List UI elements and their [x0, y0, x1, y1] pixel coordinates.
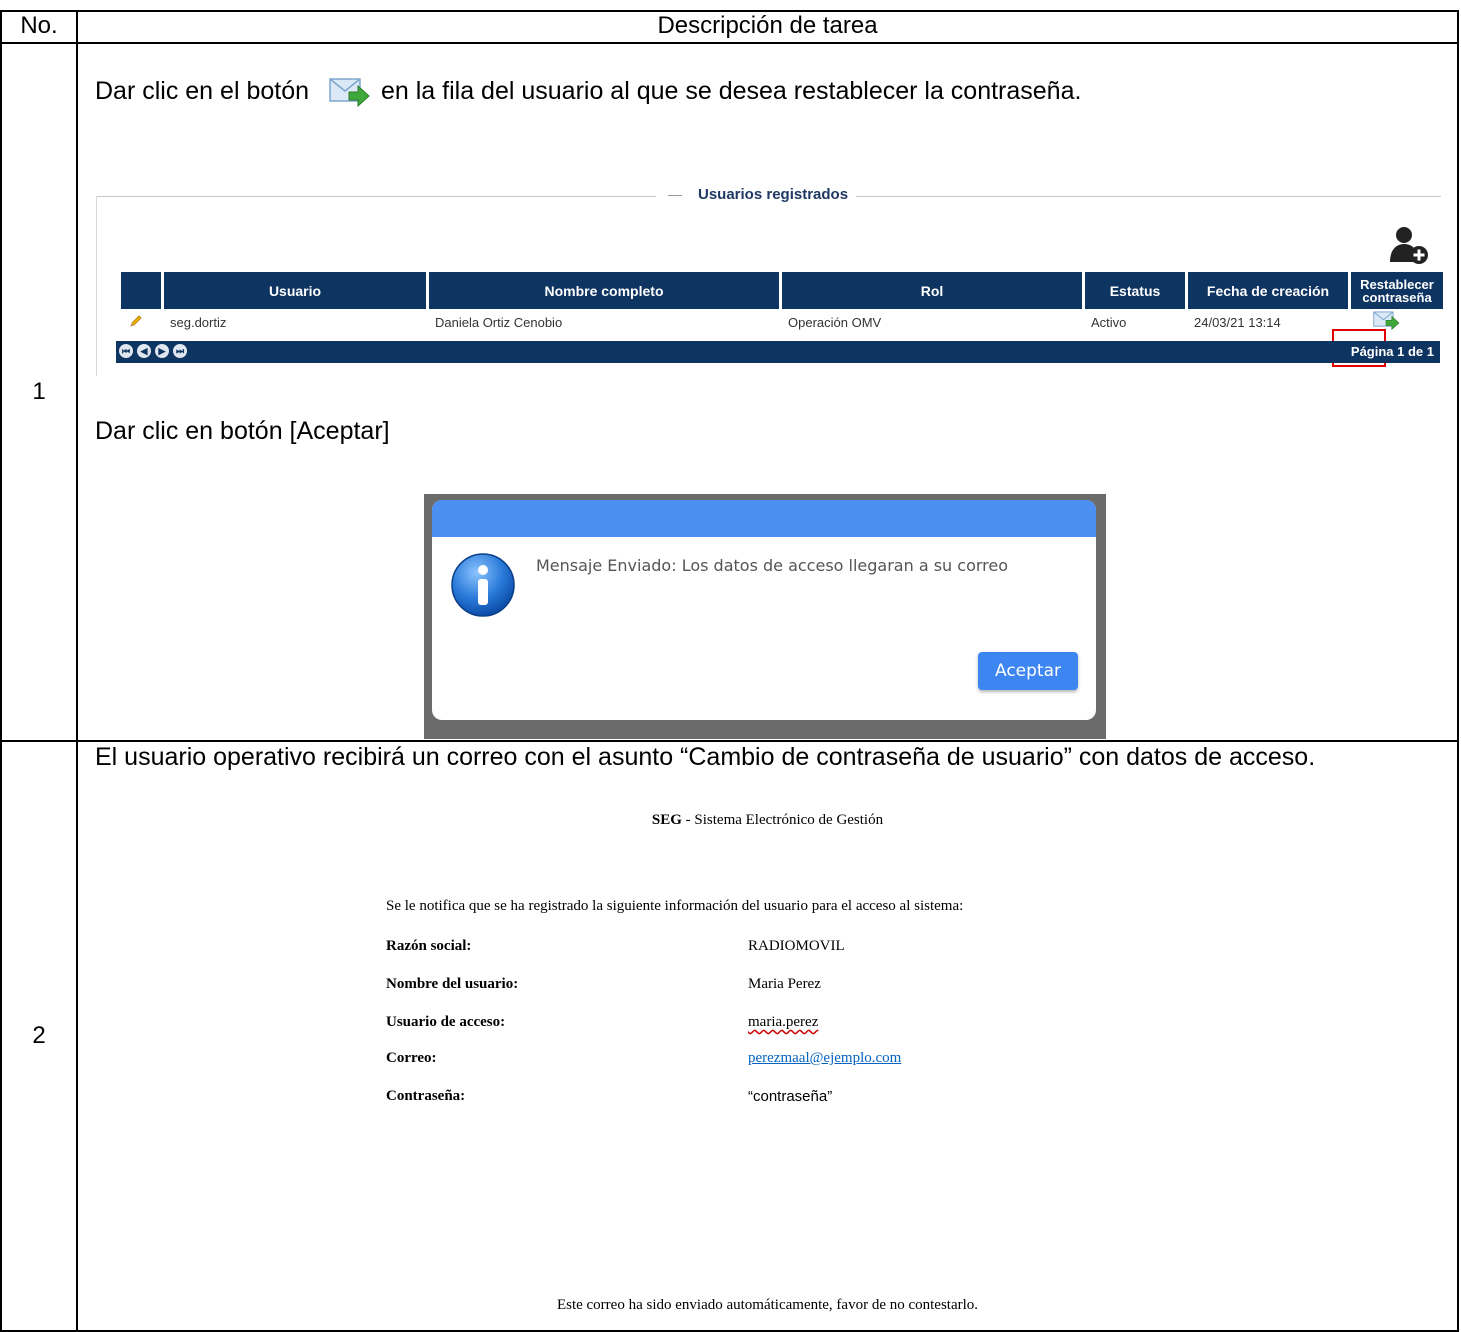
add-user-icon[interactable]	[1388, 224, 1430, 266]
cell-fecha: 24/03/21 13:14	[1194, 314, 1281, 330]
fieldset-border-right	[856, 196, 1441, 197]
field-value: RADIOMOVIL	[748, 938, 845, 954]
col-header-nombre[interactable]: Nombre completo	[429, 272, 779, 309]
field-label: Correo:	[386, 1050, 437, 1066]
instruction-text-b: Dar clic en botón [Aceptar]	[95, 417, 390, 445]
email-link[interactable]: perezmaal@ejemplo.com	[748, 1050, 901, 1067]
fieldset-border-left	[96, 196, 656, 197]
edit-pencil-icon[interactable]	[129, 314, 143, 328]
resend-mail-icon	[329, 78, 370, 108]
step-number-1: 1	[0, 42, 78, 742]
email-footer: Este correo ha sido enviado automáticame…	[556, 1297, 979, 1313]
pager-first-icon[interactable]: ⏮	[119, 344, 133, 358]
table-row: seg.dortiz Daniela Ortiz Cenobio Operaci…	[121, 309, 1443, 335]
info-icon	[451, 553, 515, 617]
col-header-usuario[interactable]: Usuario	[164, 272, 426, 309]
step-content-1: Dar clic en el botón en la fila del usua…	[76, 42, 1459, 742]
field-value: Maria Perez	[748, 976, 821, 992]
panel-title: Usuarios registrados	[694, 186, 853, 203]
instruction-text-a-after: en la fila del usuario al que se desea r…	[381, 77, 1082, 105]
cell-nombre: Daniela Ortiz Cenobio	[435, 314, 563, 330]
header-description: Descripción de tarea	[76, 10, 1459, 44]
cell-estatus: Activo	[1091, 314, 1127, 330]
fieldset-border-side	[96, 196, 97, 376]
field-label: Nombre del usuario:	[386, 976, 519, 992]
pager-next-icon[interactable]: ▶	[155, 344, 169, 358]
step-number-2: 2	[0, 740, 78, 1332]
users-grid: Usuario Nombre completo Rol Estatus Fech…	[118, 272, 1446, 335]
pager-last-icon[interactable]: ⏭	[173, 344, 187, 358]
task-table: No. Descripción de tarea 1 Dar clic en e…	[0, 10, 1459, 1332]
col-header-restablecer: Restablecer contraseña	[1351, 272, 1443, 309]
accept-button[interactable]: Aceptar	[978, 652, 1078, 690]
dialog-title-bar	[432, 500, 1096, 537]
field-label: Razón social:	[386, 938, 472, 954]
col-header-estatus[interactable]: Estatus	[1085, 272, 1185, 309]
cell-usuario: seg.dortiz	[170, 314, 227, 330]
grid-pager: ⏮ ◀ ▶ ⏭ Página 1 de 1	[116, 341, 1440, 363]
pager-prev-icon[interactable]: ◀	[137, 344, 151, 358]
email-title-rest: - Sistema Electrónico de Gestión	[681, 812, 884, 828]
col-header-fecha[interactable]: Fecha de creación	[1188, 272, 1348, 309]
usuarios-registrados-panel: Usuarios registrados Usuario Nombre comp…	[96, 174, 1443, 376]
field-label: Contraseña:	[386, 1088, 466, 1104]
email-notice: Se le notifica que se ha registrado la s…	[386, 898, 964, 914]
step-row-1: 1 Dar clic en el botón en la fila del us…	[0, 42, 1459, 742]
email-title: SEG - Sistema Electrónico de Gestión	[78, 812, 1457, 829]
field-value: “contraseña”	[748, 1088, 833, 1105]
header-no: No.	[0, 10, 78, 44]
col-header-rol[interactable]: Rol	[782, 272, 1082, 309]
message-dialog: Mensaje Enviado: Los datos de acceso lle…	[432, 500, 1096, 720]
step-content-2: El usuario operativo recibirá un correo …	[76, 740, 1459, 1332]
instruction-text-a-before: Dar clic en el botón	[95, 77, 310, 105]
field-label: Usuario de acceso:	[386, 1014, 506, 1030]
col-header-edit	[121, 272, 161, 309]
step-row-2: 2 El usuario operativo recibirá un corre…	[0, 740, 1459, 1332]
dialog-screenshot: Mensaje Enviado: Los datos de acceso lle…	[424, 494, 1106, 739]
cell-rol: Operación OMV	[788, 314, 882, 330]
pager-text: Página 1 de 1	[1350, 344, 1434, 359]
edit-cell[interactable]	[121, 309, 161, 335]
field-value: maria.perez	[748, 1014, 819, 1030]
email-title-brand: SEG	[651, 812, 682, 828]
header-row: No. Descripción de tarea	[0, 10, 1459, 44]
dialog-message: Mensaje Enviado: Los datos de acceso lle…	[536, 556, 1009, 575]
email-screenshot: SEG - Sistema Electrónico de Gestión Se …	[78, 742, 1457, 1330]
grid-header-row: Usuario Nombre completo Rol Estatus Fech…	[121, 272, 1443, 309]
legend-dash	[668, 195, 682, 196]
